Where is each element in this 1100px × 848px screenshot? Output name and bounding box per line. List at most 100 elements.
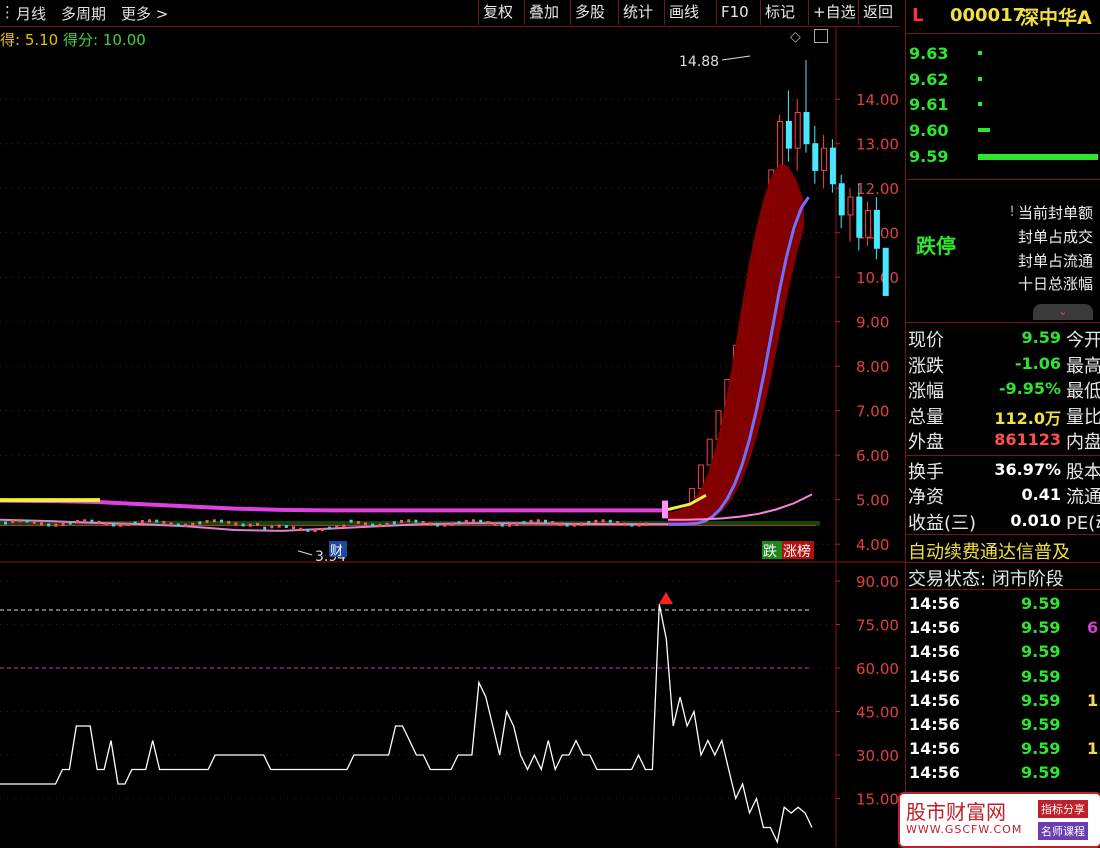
finance-badge-label: 财 — [330, 544, 343, 559]
stat-label-secondary: 最低 — [1066, 381, 1100, 402]
stat-label: 外盘 — [908, 432, 944, 453]
bid-volume-bar — [978, 51, 982, 55]
period-tab-multi[interactable]: 多周期 — [61, 3, 106, 24]
stat-value: 112.0万 — [994, 408, 1061, 428]
candle — [248, 523, 252, 527]
divider — [906, 534, 1100, 535]
limit-down-tag-label: 跌 — [763, 544, 777, 560]
overlay-button[interactable]: 叠加 — [524, 0, 563, 25]
statistics-button[interactable]: 统计 — [618, 0, 657, 25]
candle — [4, 521, 7, 525]
candle — [18, 519, 22, 523]
candle — [544, 519, 547, 523]
candle — [623, 522, 627, 526]
candle — [536, 519, 540, 523]
stat-label: 涨幅 — [908, 381, 944, 402]
site-watermark: 股市财富网 WWW.GSCFW.COM 指标分享 名师课程 — [898, 792, 1100, 848]
stock-code[interactable]: 000017 — [950, 5, 1025, 26]
candle — [119, 523, 123, 527]
candle — [630, 523, 634, 527]
market-flag: L — [912, 5, 924, 26]
f10-button[interactable]: F10 — [716, 0, 753, 25]
candle — [54, 523, 58, 527]
more-menu[interactable]: 更多 > — [121, 3, 168, 24]
multi-stock-button[interactable]: 多股 — [570, 0, 609, 25]
tick-price: 9.59 — [1021, 666, 1061, 686]
stat-label-secondary: 今开 — [1066, 330, 1100, 351]
draw-line-button[interactable]: 画线 — [664, 0, 703, 25]
bid-volume-bar — [978, 76, 982, 81]
candle — [140, 520, 144, 524]
candle — [90, 519, 94, 523]
oscillator-line — [0, 604, 813, 845]
y-tick-label: 6.00 — [856, 447, 889, 465]
back-button[interactable]: 返回 — [858, 0, 897, 25]
stat-value: 0.010 — [1010, 510, 1061, 530]
candle — [356, 520, 360, 524]
y-tick-label: 5.00 — [856, 492, 889, 510]
stat-row: 涨幅 -9.95% 最低 — [906, 377, 1100, 402]
stat-label-secondary: 流通 — [1066, 487, 1100, 508]
candle — [32, 520, 36, 524]
candle — [292, 526, 295, 530]
candle — [580, 522, 583, 526]
tick-price: 9.59 — [1021, 690, 1061, 710]
candle — [821, 147, 828, 171]
stat-value: 36.97% — [994, 459, 1061, 479]
collapse-chevron-icon[interactable]: ⌄ — [1033, 304, 1093, 320]
candle — [155, 519, 159, 523]
candle — [162, 520, 166, 524]
candle — [335, 525, 339, 529]
stat-value: 0.41 — [1021, 485, 1061, 504]
candle — [270, 525, 274, 529]
candle — [847, 196, 854, 216]
candle — [493, 522, 497, 526]
candle — [234, 522, 238, 526]
add-watchlist-button[interactable]: +自选 — [808, 0, 860, 25]
quote-panel: L 000017 深中华A 9.63 9.62 9.61 9.60 9.59 跌… — [905, 0, 1100, 847]
promo-banner[interactable]: 自动续费通达信普及 — [908, 538, 1070, 564]
candle — [472, 519, 475, 523]
candle — [551, 521, 555, 525]
chart-area[interactable]: 14.0013.0012.0011.0010.009.008.007.006.0… — [0, 26, 905, 847]
divider — [906, 562, 1100, 563]
candle — [443, 523, 447, 527]
tick-price: 9.59 — [1021, 594, 1061, 613]
candle — [198, 521, 202, 525]
y-tick-label: 60.00 — [856, 660, 899, 678]
candle — [126, 522, 130, 526]
fuquan-button[interactable]: 复权 — [478, 0, 517, 25]
limit-line: 十日总涨幅 — [1018, 275, 1094, 293]
period-tab-monthly[interactable]: 月线 — [16, 3, 46, 24]
oscillator-chart[interactable]: 90.00 75.00 60.00 45.00 30.00 15.00 — [0, 573, 899, 845]
candle — [364, 522, 367, 526]
price-chart[interactable]: 14.0013.0012.0011.0010.009.008.007.006.0… — [0, 26, 905, 847]
candle — [212, 519, 216, 523]
tick-time: 14:56 — [909, 594, 960, 613]
stock-name[interactable]: 深中华A — [1020, 3, 1092, 30]
candle — [522, 521, 526, 525]
watermark-url: WWW.GSCFW.COM — [906, 823, 1023, 836]
y-tick-label: 75.00 — [856, 617, 899, 635]
tick-price: 9.59 — [1021, 763, 1061, 783]
y-tick-label: 30.00 — [856, 747, 899, 765]
candle — [184, 523, 187, 527]
candle — [450, 522, 454, 526]
bid-price: 9.60 — [909, 121, 949, 140]
candle — [191, 522, 195, 526]
stat-value: 9.59 — [1021, 328, 1061, 347]
candle — [328, 526, 331, 530]
candle — [407, 519, 411, 523]
stat-value: 861123 — [994, 430, 1061, 449]
info-icon: ǃ — [1010, 204, 1015, 220]
candle — [256, 522, 259, 526]
limit-status: 跌停 — [916, 234, 956, 258]
period-tab-prev[interactable]: ⋮ — [0, 3, 15, 21]
candle — [320, 528, 324, 532]
candle — [803, 112, 810, 145]
candle — [829, 147, 836, 185]
candle — [838, 183, 845, 216]
bid-volume-bar — [978, 128, 990, 133]
tick-price: 9.59 — [1021, 618, 1061, 638]
mark-button[interactable]: 标记 — [760, 0, 799, 25]
